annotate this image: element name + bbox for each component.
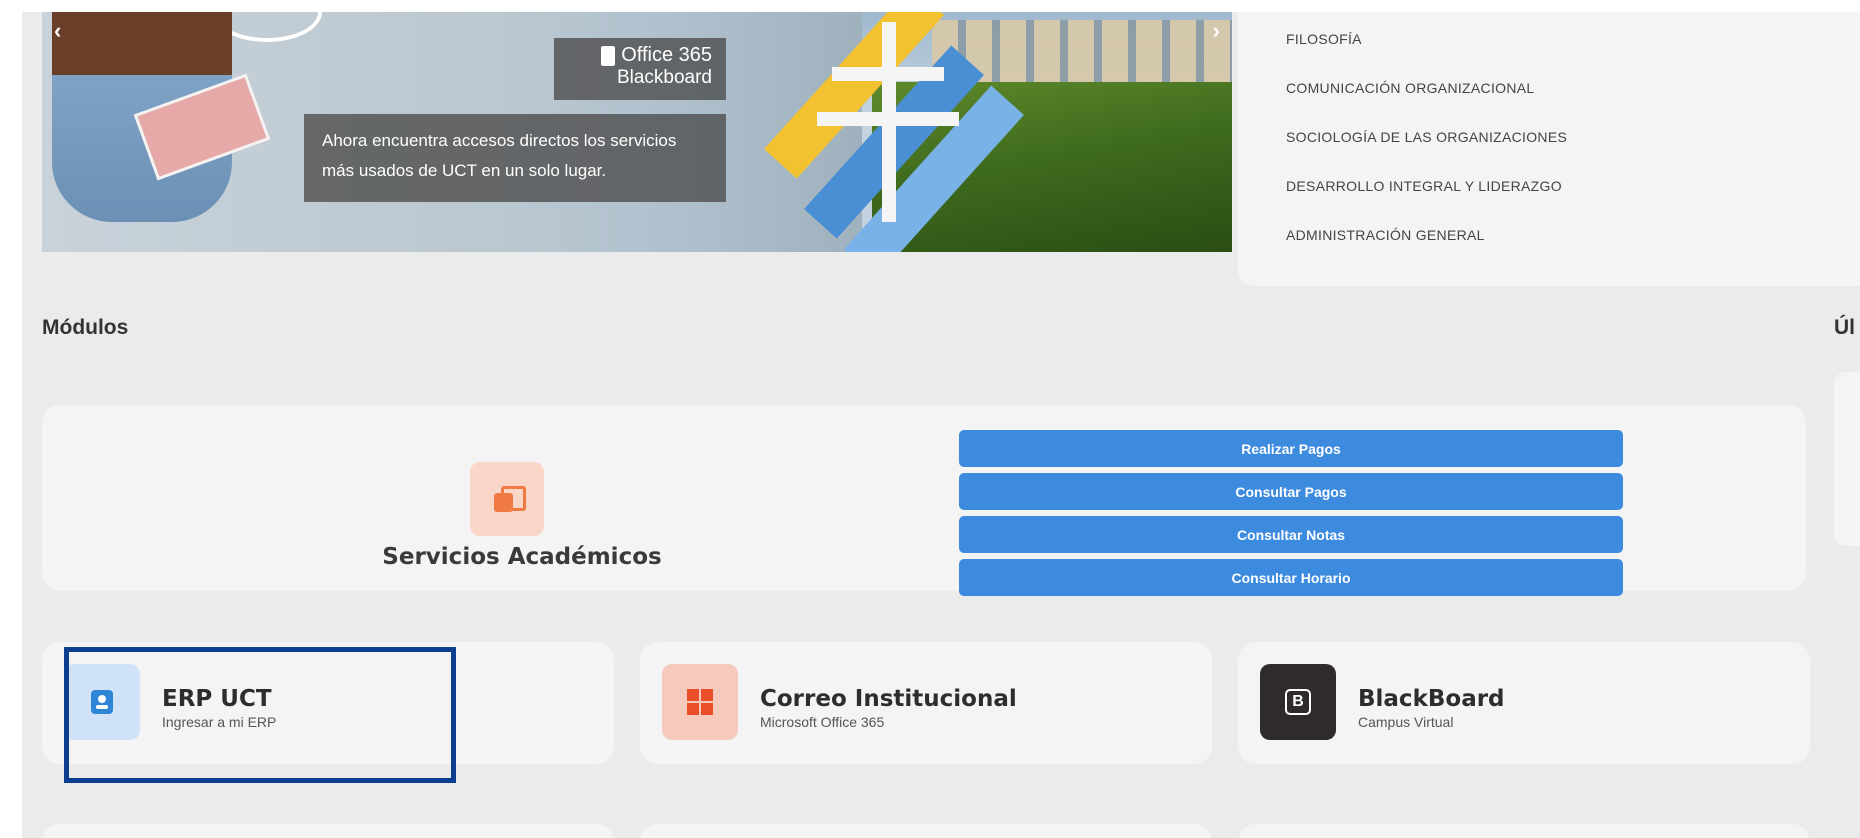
right-side-card xyxy=(1834,372,1860,546)
servicios-icon xyxy=(470,462,544,536)
carousel-next-arrow-icon[interactable]: › xyxy=(1213,18,1220,44)
module-card-partial[interactable] xyxy=(640,824,1212,838)
hero-banner-carousel[interactable]: ‹ › Office 365 Blackboard Ahora encuentr… xyxy=(42,12,1232,252)
copy-documents-icon xyxy=(494,486,526,512)
courses-list-card: FILOSOFÍA COMUNICACIÓN ORGANIZACIONAL SO… xyxy=(1238,12,1860,286)
module-card-blackboard[interactable]: B BlackBoard Campus Virtual xyxy=(1238,642,1810,764)
cross-logo-arm-bottom xyxy=(817,112,959,126)
blackboard-brand-label: Blackboard xyxy=(616,67,712,88)
blackboard-icon-container: B xyxy=(1260,664,1336,740)
module-subtitle: Ingresar a mi ERP xyxy=(162,714,277,730)
module-title: ERP UCT xyxy=(162,686,272,712)
modules-section-title: Módulos xyxy=(42,316,129,339)
servicios-academicos-card: Servicios Académicos Realizar Pagos Cons… xyxy=(42,405,1806,596)
consultar-notas-button[interactable]: Consultar Notas xyxy=(959,516,1623,553)
right-section-title: Úl xyxy=(1834,316,1855,339)
module-subtitle: Campus Virtual xyxy=(1358,714,1454,730)
module-title: BlackBoard xyxy=(1358,686,1505,712)
erp-icon-container xyxy=(64,664,140,740)
course-item[interactable]: DESARROLLO INTEGRAL Y LIDERAZGO xyxy=(1238,162,1860,211)
module-title: Correo Institucional xyxy=(760,686,1017,712)
cross-logo-arm-top xyxy=(832,67,944,81)
carousel-prev-arrow-icon[interactable]: ‹ xyxy=(54,18,61,44)
course-item[interactable]: COMUNICACIÓN ORGANIZACIONAL xyxy=(1238,64,1860,113)
consultar-pagos-button[interactable]: Consultar Pagos xyxy=(959,473,1623,510)
brand-box: Office 365 Blackboard xyxy=(554,38,726,100)
banner-promo-text: Ahora encuentra accesos directos los ser… xyxy=(304,114,726,202)
office-logo-icon xyxy=(601,45,616,66)
course-item[interactable]: ADMINISTRACIÓN GENERAL xyxy=(1238,211,1860,260)
servicios-title: Servicios Académicos xyxy=(382,544,662,570)
realizar-pagos-button[interactable]: Realizar Pagos xyxy=(959,430,1623,467)
module-card-partial[interactable] xyxy=(42,824,614,838)
module-card-correo[interactable]: Correo Institucional Microsoft Office 36… xyxy=(640,642,1212,764)
microsoft-logo-icon xyxy=(687,689,713,715)
module-subtitle: Microsoft Office 365 xyxy=(760,714,885,730)
page-container: ‹ › Office 365 Blackboard Ahora encuentr… xyxy=(22,12,1860,838)
module-card-partial[interactable] xyxy=(1238,824,1810,838)
servicios-button-group: Realizar Pagos Consultar Pagos Consultar… xyxy=(959,430,1623,602)
course-item[interactable]: FILOSOFÍA xyxy=(1238,28,1860,64)
office365-label: Office 365 xyxy=(621,44,712,66)
erp-profile-icon xyxy=(91,690,113,714)
module-card-erp[interactable]: ERP UCT Ingresar a mi ERP xyxy=(42,642,614,764)
blackboard-b-icon: B xyxy=(1285,689,1311,715)
correo-icon-container xyxy=(662,664,738,740)
office365-brand: Office 365 xyxy=(568,44,712,67)
consultar-horario-button[interactable]: Consultar Horario xyxy=(959,559,1623,596)
course-item[interactable]: SOCIOLOGÍA DE LAS ORGANIZACIONES xyxy=(1238,113,1860,162)
